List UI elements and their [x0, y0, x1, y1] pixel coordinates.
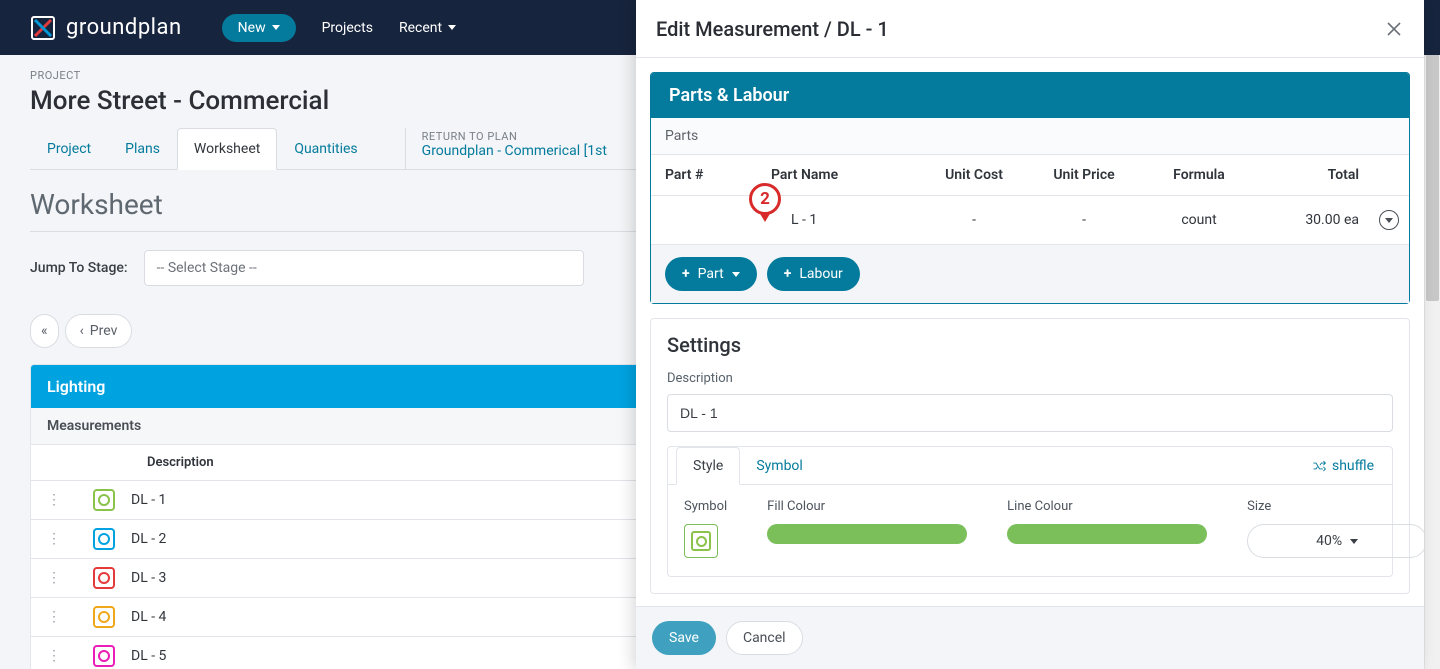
tab-project[interactable]: Project	[30, 128, 108, 169]
drag-handle-icon[interactable]: ⋮	[47, 531, 61, 547]
return-to-plan: RETURN TO PLAN Groundplan - Commerical […	[405, 128, 623, 169]
tab-plans[interactable]: Plans	[108, 128, 177, 169]
stage-select[interactable]: -- Select Stage --	[144, 250, 584, 286]
return-link[interactable]: Groundplan - Commerical [1st	[422, 143, 607, 159]
row-formula: count	[1139, 196, 1259, 245]
add-part-button[interactable]: + Part	[665, 257, 757, 291]
line-colour-picker[interactable]	[1007, 524, 1207, 544]
description-input[interactable]	[667, 394, 1393, 432]
col-partname: Part Name	[761, 155, 919, 196]
line-colour-heading: Line Colour	[1007, 499, 1207, 514]
jump-to-stage-label: Jump To Stage:	[30, 260, 128, 276]
style-tab-style[interactable]: Style	[676, 447, 740, 485]
row-total: 30.00 ea	[1259, 196, 1369, 245]
close-icon	[1386, 21, 1402, 37]
row-unitcost: -	[919, 196, 1029, 245]
parts-labour-card: Parts & Labour Parts Part # Part Name Un…	[650, 72, 1410, 304]
drag-handle-icon[interactable]: ⋮	[47, 492, 61, 508]
parts-labour-title: Parts & Labour	[651, 73, 1409, 118]
shuffle-button[interactable]: shuffle	[1312, 458, 1384, 474]
row-actions-button[interactable]	[1379, 210, 1399, 230]
chevron-down-icon	[272, 25, 280, 30]
annotation-badge-2: 2	[749, 183, 781, 215]
add-labour-button[interactable]: + Labour	[767, 257, 860, 291]
tab-quantities[interactable]: Quantities	[277, 128, 374, 169]
nav-recent[interactable]: Recent	[399, 20, 456, 36]
brand-logo-icon	[30, 15, 56, 41]
drag-handle-icon[interactable]: ⋮	[47, 570, 61, 586]
style-card: Style Symbol shuffle	[667, 446, 1393, 577]
row-partname: L - 1	[771, 212, 817, 228]
col-formula: Formula	[1139, 155, 1259, 196]
page-scrollbar[interactable]	[1424, 0, 1440, 669]
colour-swatch-icon	[93, 567, 115, 589]
chevron-down-icon	[732, 272, 740, 277]
symbol-heading: Symbol	[684, 499, 727, 514]
tab-worksheet[interactable]: Worksheet	[177, 128, 277, 170]
panel-title: Edit Measurement / DL - 1	[656, 17, 889, 41]
symbol-picker[interactable]	[684, 524, 718, 558]
shuffle-icon	[1312, 459, 1326, 473]
chevron-down-icon	[1350, 539, 1358, 544]
drag-handle-icon[interactable]: ⋮	[47, 609, 61, 625]
new-button[interactable]: New	[222, 14, 296, 42]
row-unitprice: -	[1029, 196, 1139, 245]
size-heading: Size	[1247, 499, 1424, 514]
chevron-down-icon	[1385, 218, 1393, 223]
plus-icon: +	[784, 266, 792, 282]
chevron-left-icon: ‹	[80, 324, 84, 338]
chevron-down-icon	[448, 25, 456, 30]
col-unitprice: Unit Price	[1029, 155, 1139, 196]
cancel-button[interactable]: Cancel	[726, 621, 803, 655]
pager-prev-button[interactable]: ‹ Prev	[65, 314, 133, 348]
fill-colour-heading: Fill Colour	[767, 499, 967, 514]
size-select[interactable]: 40%	[1247, 524, 1424, 558]
colour-swatch-icon	[93, 489, 115, 511]
fill-colour-picker[interactable]	[767, 524, 967, 544]
parts-subtitle: Parts	[651, 118, 1409, 155]
settings-card: Settings Description Style Symbol	[650, 318, 1410, 594]
settings-title: Settings	[651, 319, 1409, 361]
plus-icon: +	[682, 266, 690, 282]
colour-swatch-icon	[93, 528, 115, 550]
description-label: Description	[667, 371, 1393, 386]
style-tab-symbol[interactable]: Symbol	[740, 448, 818, 484]
close-button[interactable]	[1384, 19, 1404, 39]
edit-measurement-panel: Edit Measurement / DL - 1 Parts & Labour…	[636, 0, 1424, 669]
chevron-double-left-icon: «	[41, 324, 48, 338]
col-partno: Part #	[651, 155, 761, 196]
pager-first-button[interactable]: «	[30, 314, 59, 348]
col-unitcost: Unit Cost	[919, 155, 1029, 196]
colour-swatch-icon	[93, 606, 115, 628]
brand: groundplan	[30, 15, 182, 41]
return-label: RETURN TO PLAN	[422, 130, 607, 143]
col-total: Total	[1259, 155, 1369, 196]
drag-handle-icon[interactable]: ⋮	[47, 648, 61, 664]
brand-text: groundplan	[66, 15, 182, 40]
save-button[interactable]: Save	[652, 621, 716, 655]
colour-swatch-icon	[93, 645, 115, 667]
nav-projects[interactable]: Projects	[322, 20, 373, 36]
